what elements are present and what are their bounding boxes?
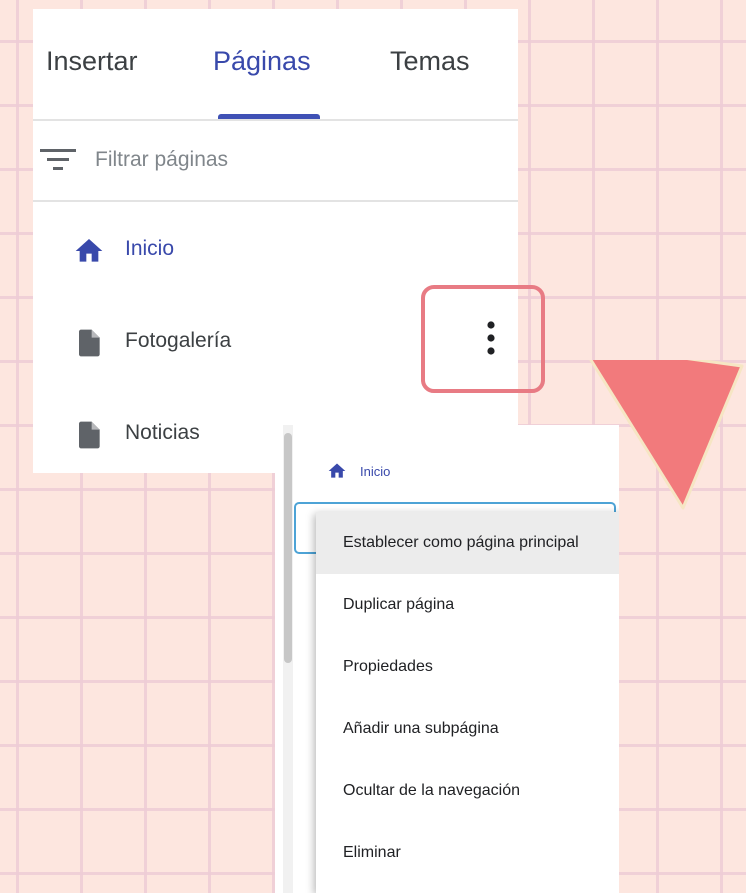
home-icon	[75, 239, 103, 262]
page-icon	[79, 421, 100, 449]
filter-bar	[33, 121, 518, 202]
page-options-panel: Inicio Establecer como página principal …	[275, 425, 619, 893]
menu-item-set-home[interactable]: Establecer como página principal	[316, 512, 619, 574]
filter-icon[interactable]	[40, 146, 76, 174]
scrollbar-thumb[interactable]	[284, 433, 292, 663]
filter-pages-input[interactable]	[95, 143, 395, 177]
page-context-menu: Establecer como página principal Duplica…	[316, 512, 619, 893]
home-icon	[328, 463, 346, 478]
active-tab-indicator	[218, 114, 320, 119]
more-options-highlight[interactable]	[421, 285, 545, 393]
sub-page-label-inicio[interactable]: Inicio	[360, 464, 390, 479]
menu-item-delete[interactable]: Eliminar	[316, 822, 619, 884]
menu-item-properties[interactable]: Propiedades	[316, 636, 619, 698]
pages-panel: Insertar Páginas Temas Inicio Fotogalerí…	[33, 9, 518, 473]
tab-insertar[interactable]: Insertar	[46, 46, 138, 77]
tab-bar: Insertar Páginas Temas	[33, 9, 518, 121]
more-vert-icon[interactable]	[484, 318, 498, 358]
tab-temas[interactable]: Temas	[390, 46, 470, 77]
menu-item-duplicate[interactable]: Duplicar página	[316, 574, 619, 636]
menu-item-hide-navigation[interactable]: Ocultar de la navegación	[316, 760, 619, 822]
page-icon	[79, 329, 100, 357]
page-item-label: Fotogalería	[125, 329, 232, 352]
tab-paginas[interactable]: Páginas	[213, 46, 311, 77]
page-item-label: Inicio	[125, 237, 175, 260]
page-item-inicio[interactable]: Inicio	[33, 221, 518, 281]
menu-item-add-subpage[interactable]: Añadir una subpágina	[316, 698, 619, 760]
page-item-label: Noticias	[125, 421, 200, 444]
